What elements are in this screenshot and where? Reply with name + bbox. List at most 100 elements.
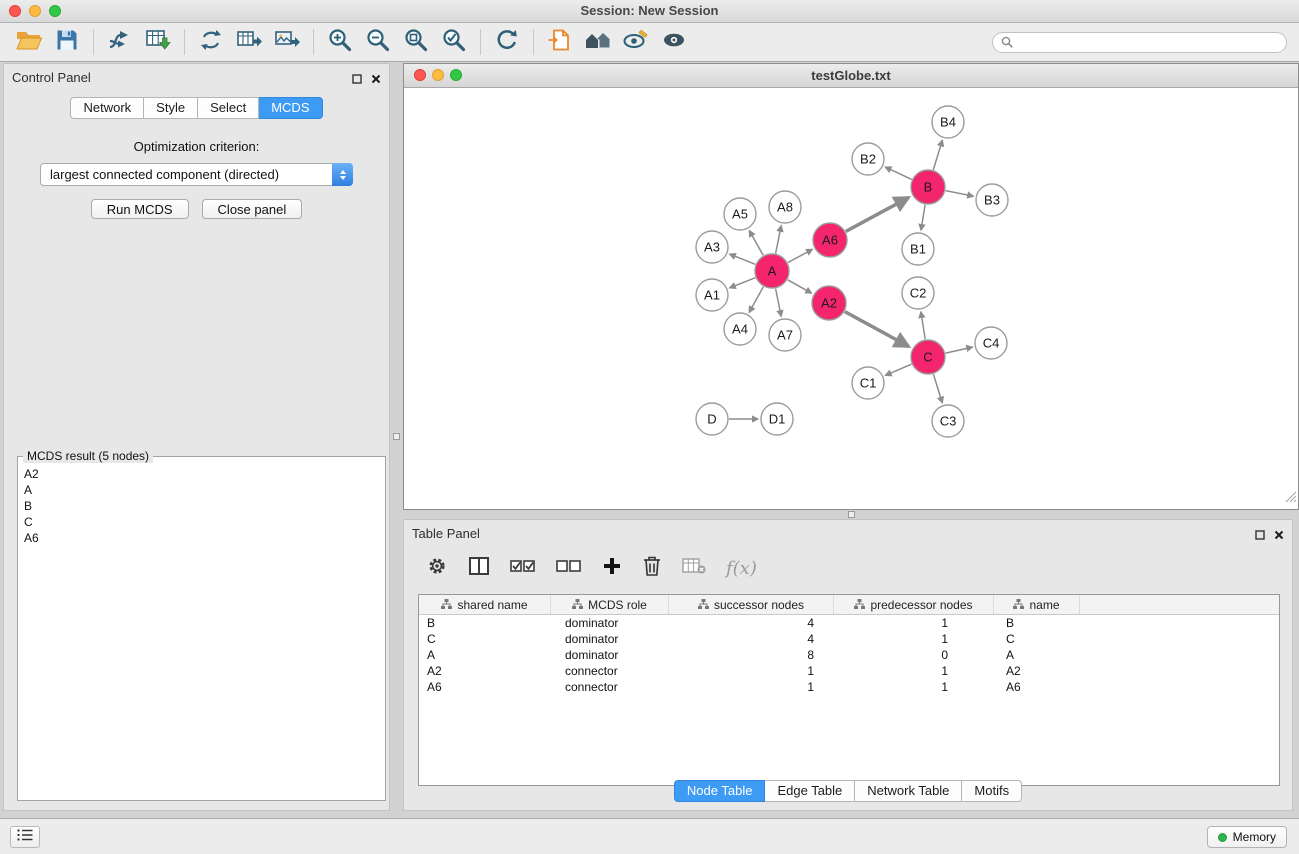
column-header-predecessor-nodes[interactable]: predecessor nodes <box>834 595 994 614</box>
tab-network[interactable]: Network <box>70 97 144 119</box>
maximize-network-window-button[interactable] <box>450 69 462 81</box>
graph-node-C[interactable]: C <box>911 340 945 374</box>
graph-node-B[interactable]: B <box>911 170 945 204</box>
edge-A-A8[interactable] <box>776 226 782 254</box>
result-item[interactable]: C <box>24 514 379 530</box>
import-table-button[interactable] <box>139 26 177 58</box>
settings-gear-icon[interactable] <box>426 555 448 582</box>
tab-network-table[interactable]: Network Table <box>855 780 962 802</box>
search-input[interactable] <box>992 32 1287 53</box>
refresh-view-button[interactable] <box>488 26 526 58</box>
graph-node-A4[interactable]: A4 <box>724 313 756 345</box>
edge-B-B1[interactable] <box>921 205 925 230</box>
graph-node-D[interactable]: D <box>696 403 728 435</box>
panel-selector-button[interactable] <box>10 826 40 848</box>
edge-B-B3[interactable] <box>946 191 974 197</box>
zoom-selected-button[interactable] <box>435 26 473 58</box>
delete-row-icon[interactable] <box>642 555 662 582</box>
graph-node-B3[interactable]: B3 <box>976 184 1008 216</box>
tab-motifs[interactable]: Motifs <box>962 780 1022 802</box>
close-panel-button[interactable]: Close panel <box>202 199 303 219</box>
graph-node-A8[interactable]: A8 <box>769 191 801 223</box>
open-document-button[interactable] <box>541 26 579 58</box>
maximize-window-button[interactable] <box>49 5 61 17</box>
result-item[interactable]: B <box>24 498 379 514</box>
add-row-icon[interactable] <box>602 556 622 581</box>
edge-A-A4[interactable] <box>749 287 763 313</box>
export-image-button[interactable] <box>268 26 306 58</box>
import-network-button[interactable] <box>101 26 139 58</box>
edge-C-C3[interactable] <box>933 374 942 403</box>
graph-node-A1[interactable]: A1 <box>696 279 728 311</box>
run-mcds-button[interactable]: Run MCDS <box>91 199 189 219</box>
minimize-window-button[interactable] <box>29 5 41 17</box>
zoom-fit-button[interactable] <box>397 26 435 58</box>
window-resize-grip[interactable] <box>1284 490 1297 508</box>
float-panel-icon[interactable] <box>352 71 362 89</box>
close-panel-icon[interactable] <box>1274 527 1284 545</box>
edge-A-A3[interactable] <box>730 254 756 264</box>
graph-node-C2[interactable]: C2 <box>902 277 934 309</box>
edge-C-C1[interactable] <box>885 364 911 375</box>
tab-style[interactable]: Style <box>144 97 198 119</box>
table-row[interactable]: Cdominator41C <box>419 631 1279 647</box>
tab-select[interactable]: Select <box>198 97 259 119</box>
horizontal-splitter[interactable] <box>403 511 1299 518</box>
edge-A-A6[interactable] <box>788 249 813 262</box>
deselect-all-icon[interactable] <box>556 558 582 579</box>
edge-A-A5[interactable] <box>749 231 763 256</box>
edge-C-C2[interactable] <box>921 312 925 339</box>
close-window-button[interactable] <box>9 5 21 17</box>
graph-node-C4[interactable]: C4 <box>975 327 1007 359</box>
graph-node-A5[interactable]: A5 <box>724 198 756 230</box>
minimize-network-window-button[interactable] <box>432 69 444 81</box>
network-window-titlebar[interactable]: testGlobe.txt <box>404 64 1298 88</box>
memory-button[interactable]: Memory <box>1207 826 1287 848</box>
edit-graphics-button[interactable] <box>617 26 655 58</box>
graph-node-D1[interactable]: D1 <box>761 403 793 435</box>
graph-node-A7[interactable]: A7 <box>769 319 801 351</box>
edge-B-B4[interactable] <box>933 140 942 170</box>
table-row[interactable]: Adominator80A <box>419 647 1279 663</box>
graph-node-B4[interactable]: B4 <box>932 106 964 138</box>
reload-network-button[interactable] <box>192 26 230 58</box>
close-panel-icon[interactable] <box>371 71 381 89</box>
graph-node-A3[interactable]: A3 <box>696 231 728 263</box>
delete-table-icon[interactable] <box>682 557 706 580</box>
graph-node-C3[interactable]: C3 <box>932 405 964 437</box>
table-row[interactable]: A6connector11A6 <box>419 679 1279 695</box>
toggle-columns-icon[interactable] <box>468 556 490 581</box>
function-builder-icon[interactable]: f(x) <box>726 558 757 579</box>
network-canvas[interactable]: B4 B2 B B3 A5 A8 A6 B1 A3 A C2 A1 A2 A4 A7 C4 C C1 C3 D D1 <box>404 88 1298 509</box>
column-header-name[interactable]: name <box>994 595 1080 614</box>
float-panel-icon[interactable] <box>1255 527 1265 545</box>
edge-A2-C[interactable] <box>845 312 909 347</box>
select-all-icon[interactable] <box>510 558 536 579</box>
save-session-button[interactable] <box>48 26 86 58</box>
graph-node-C1[interactable]: C1 <box>852 367 884 399</box>
network-graph[interactable]: B4 B2 B B3 A5 A8 A6 B1 A3 A C2 A1 A2 A4 A7 C4 C C1 C3 D D1 <box>404 88 1298 509</box>
graph-node-A6[interactable]: A6 <box>813 223 847 257</box>
column-header-shared-name[interactable]: shared name <box>419 595 551 614</box>
graph-node-A[interactable]: A <box>755 254 789 288</box>
column-header-mcds-role[interactable]: MCDS role <box>551 595 669 614</box>
edge-A-A7[interactable] <box>776 289 782 317</box>
graph-node-A2[interactable]: A2 <box>812 286 846 320</box>
edge-C-C4[interactable] <box>946 347 973 353</box>
zoom-in-button[interactable] <box>321 26 359 58</box>
tab-mcds[interactable]: MCDS <box>259 97 322 119</box>
result-item[interactable]: A2 <box>24 466 379 482</box>
tab-node-table[interactable]: Node Table <box>674 780 766 802</box>
edge-A6-B[interactable] <box>846 198 909 232</box>
column-header-successor-nodes[interactable]: successor nodes <box>669 595 834 614</box>
export-table-button[interactable] <box>230 26 268 58</box>
graph-node-B2[interactable]: B2 <box>852 143 884 175</box>
splitter-grip[interactable] <box>848 511 855 518</box>
edge-A-A2[interactable] <box>788 280 812 293</box>
table-row[interactable]: A2connector11A2 <box>419 663 1279 679</box>
optimization-criterion-dropdown[interactable]: largest connected component (directed) <box>40 163 353 186</box>
graph-node-B1[interactable]: B1 <box>902 233 934 265</box>
table-row[interactable]: Bdominator41B <box>419 615 1279 631</box>
home-button[interactable] <box>579 26 617 58</box>
open-session-button[interactable] <box>10 26 48 58</box>
